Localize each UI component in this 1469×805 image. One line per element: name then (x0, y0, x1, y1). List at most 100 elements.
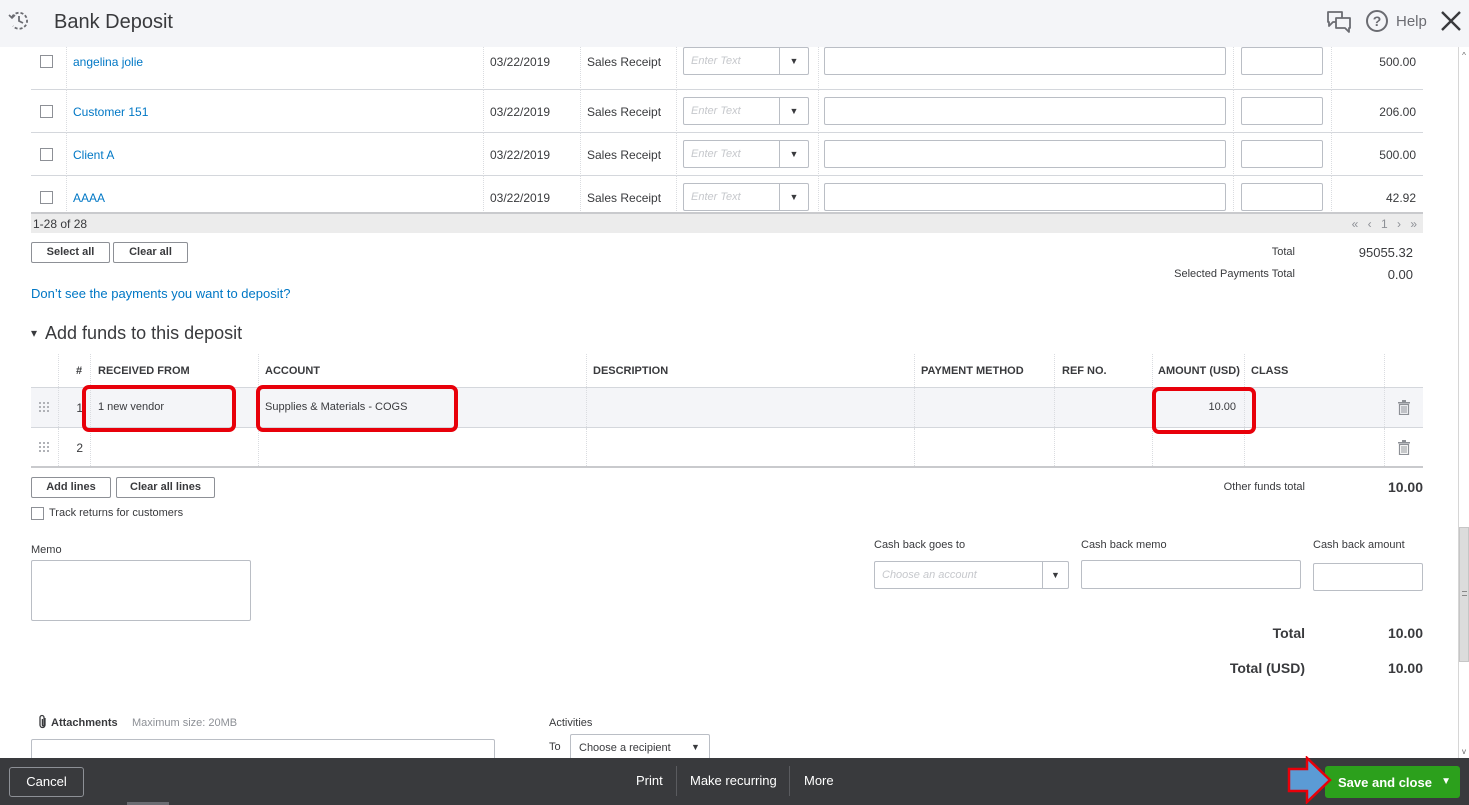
other-funds-total-value: 10.00 (1387, 479, 1423, 495)
clear-all-button[interactable]: Clear all (113, 242, 188, 263)
funds-row[interactable]: 2 (31, 428, 1423, 468)
scrollbar-thumb[interactable] (1459, 527, 1469, 662)
cash-back-memo-label: Cash back memo (1081, 539, 1167, 551)
payment-checkbox[interactable] (40, 191, 53, 204)
funds-table-header: # RECEIVED FROM ACCOUNT DESCRIPTION PAYM… (31, 354, 1423, 388)
chevron-down-icon[interactable]: ▼ (779, 98, 808, 124)
collapse-toggle-icon[interactable]: ▾ (31, 326, 37, 340)
line-number: 2 (76, 441, 83, 455)
payments-total-label: Total (1271, 246, 1295, 258)
payment-checkbox[interactable] (40, 148, 53, 161)
cash-back-amount-label: Cash back amount (1313, 539, 1405, 551)
cash-back-memo-input[interactable] (1081, 560, 1301, 589)
highlight-amount (1152, 387, 1256, 434)
payment-memo-input[interactable] (824, 97, 1226, 125)
scroll-up-icon[interactable]: ^ (1459, 51, 1469, 60)
payment-type: Sales Receipt (587, 55, 662, 69)
payment-amount: 500.00 (1379, 148, 1416, 162)
column-amount: AMOUNT (USD) (1158, 365, 1240, 377)
payment-checkbox[interactable] (40, 55, 53, 68)
payment-amount: 500.00 (1379, 55, 1416, 69)
memo-label: Memo (31, 544, 62, 556)
chevron-down-icon[interactable]: ▼ (779, 48, 808, 74)
cash-back-account-select[interactable]: Choose an account ▼ (874, 561, 1069, 589)
help-link[interactable]: Help (1396, 13, 1427, 30)
payment-ref-input[interactable] (1241, 97, 1323, 125)
total-value: 10.00 (1387, 625, 1423, 641)
footer-divider (789, 766, 790, 796)
cash-back-goes-to-label: Cash back goes to (874, 539, 966, 551)
payment-type: Sales Receipt (587, 191, 662, 205)
payment-received-from-link[interactable]: Customer 151 (73, 105, 148, 119)
trash-icon[interactable] (1398, 400, 1410, 415)
payment-date: 03/22/2019 (490, 105, 551, 119)
payment-amount: 206.00 (1379, 105, 1416, 119)
payment-ref-input[interactable] (1241, 47, 1323, 75)
more-button[interactable]: More (804, 773, 834, 788)
payments-total-value: 95055.32 (1358, 245, 1413, 260)
dialog-header: Bank Deposit ? Help (0, 0, 1469, 47)
scroll-down-icon[interactable]: v (1459, 747, 1469, 756)
total-usd-label: Total (USD) (1229, 660, 1305, 676)
payment-memo-input[interactable] (824, 183, 1226, 211)
payment-memo-input[interactable] (824, 140, 1226, 168)
payment-method-select[interactable]: Enter Text ▼ (683, 183, 809, 211)
select-all-button[interactable]: Select all (31, 242, 110, 263)
payment-received-from-link[interactable]: AAAA (73, 191, 105, 205)
cash-back-amount-input[interactable] (1313, 563, 1423, 591)
cancel-button[interactable]: Cancel (9, 767, 84, 797)
feedback-icon[interactable] (1325, 9, 1353, 35)
close-icon[interactable] (1440, 10, 1462, 32)
save-and-close-button[interactable]: Save and close ▼ (1325, 766, 1460, 798)
chevron-down-icon[interactable]: ▼ (1441, 776, 1451, 787)
pager-navigation[interactable]: « ‹ 1 › » (1352, 217, 1420, 231)
payment-memo-input[interactable] (824, 47, 1226, 75)
recent-transactions-icon[interactable] (7, 9, 31, 33)
print-button[interactable]: Print (636, 773, 663, 788)
payment-method-select[interactable]: Enter Text ▼ (683, 97, 809, 125)
payment-checkbox[interactable] (40, 105, 53, 118)
activities-to-label: To (549, 741, 561, 753)
trash-icon[interactable] (1398, 440, 1410, 455)
column-account: ACCOUNT (265, 365, 320, 377)
drag-handle-icon[interactable] (39, 442, 49, 452)
clear-all-lines-button[interactable]: Clear all lines (116, 477, 215, 498)
chevron-down-icon[interactable]: ▼ (691, 742, 700, 752)
selected-payments-total-label: Selected Payments Total (1174, 268, 1295, 280)
attachments-max-size: Maximum size: 20MB (132, 717, 238, 729)
vertical-scrollbar[interactable]: ^ v (1458, 47, 1469, 758)
payment-type: Sales Receipt (587, 105, 662, 119)
missing-payments-link[interactable]: Don’t see the payments you want to depos… (31, 286, 290, 301)
payment-ref-input[interactable] (1241, 140, 1323, 168)
payment-method-placeholder: Enter Text (691, 55, 741, 67)
column-payment-method: PAYMENT METHOD (921, 365, 1024, 377)
payment-received-from-link[interactable]: Client A (73, 148, 114, 162)
save-and-close-label: Save and close (1338, 775, 1432, 790)
help-icon[interactable]: ? (1366, 10, 1388, 32)
memo-textarea[interactable] (31, 560, 251, 621)
make-recurring-button[interactable]: Make recurring (690, 773, 777, 788)
add-lines-button[interactable]: Add lines (31, 477, 111, 498)
drag-handle-icon[interactable] (39, 402, 49, 412)
attachments-label: Attachments (51, 717, 118, 729)
footer-divider (676, 766, 677, 796)
payment-method-placeholder: Enter Text (691, 148, 741, 160)
cash-back-account-placeholder: Choose an account (882, 569, 977, 581)
total-usd-value: 10.00 (1387, 660, 1423, 676)
payment-method-select[interactable]: Enter Text ▼ (683, 47, 809, 75)
track-returns-label: Track returns for customers (49, 507, 184, 519)
other-funds-total-label: Other funds total (1223, 481, 1305, 493)
payment-method-placeholder: Enter Text (691, 105, 741, 117)
chevron-down-icon[interactable]: ▼ (779, 141, 808, 167)
payment-received-from-link[interactable]: angelina jolie (73, 55, 143, 69)
paperclip-icon (39, 714, 46, 729)
track-returns-checkbox[interactable] (31, 507, 44, 520)
dialog-footer: Cancel Print Make recurring More Save an… (0, 758, 1469, 805)
payment-ref-input[interactable] (1241, 183, 1323, 211)
add-funds-section-header[interactable]: ▾ Add funds to this deposit (31, 323, 242, 344)
chevron-down-icon[interactable]: ▼ (1042, 562, 1068, 588)
payment-method-select[interactable]: Enter Text ▼ (683, 140, 809, 168)
payment-type: Sales Receipt (587, 148, 662, 162)
chevron-down-icon[interactable]: ▼ (779, 184, 808, 210)
payment-date: 03/22/2019 (490, 191, 551, 205)
